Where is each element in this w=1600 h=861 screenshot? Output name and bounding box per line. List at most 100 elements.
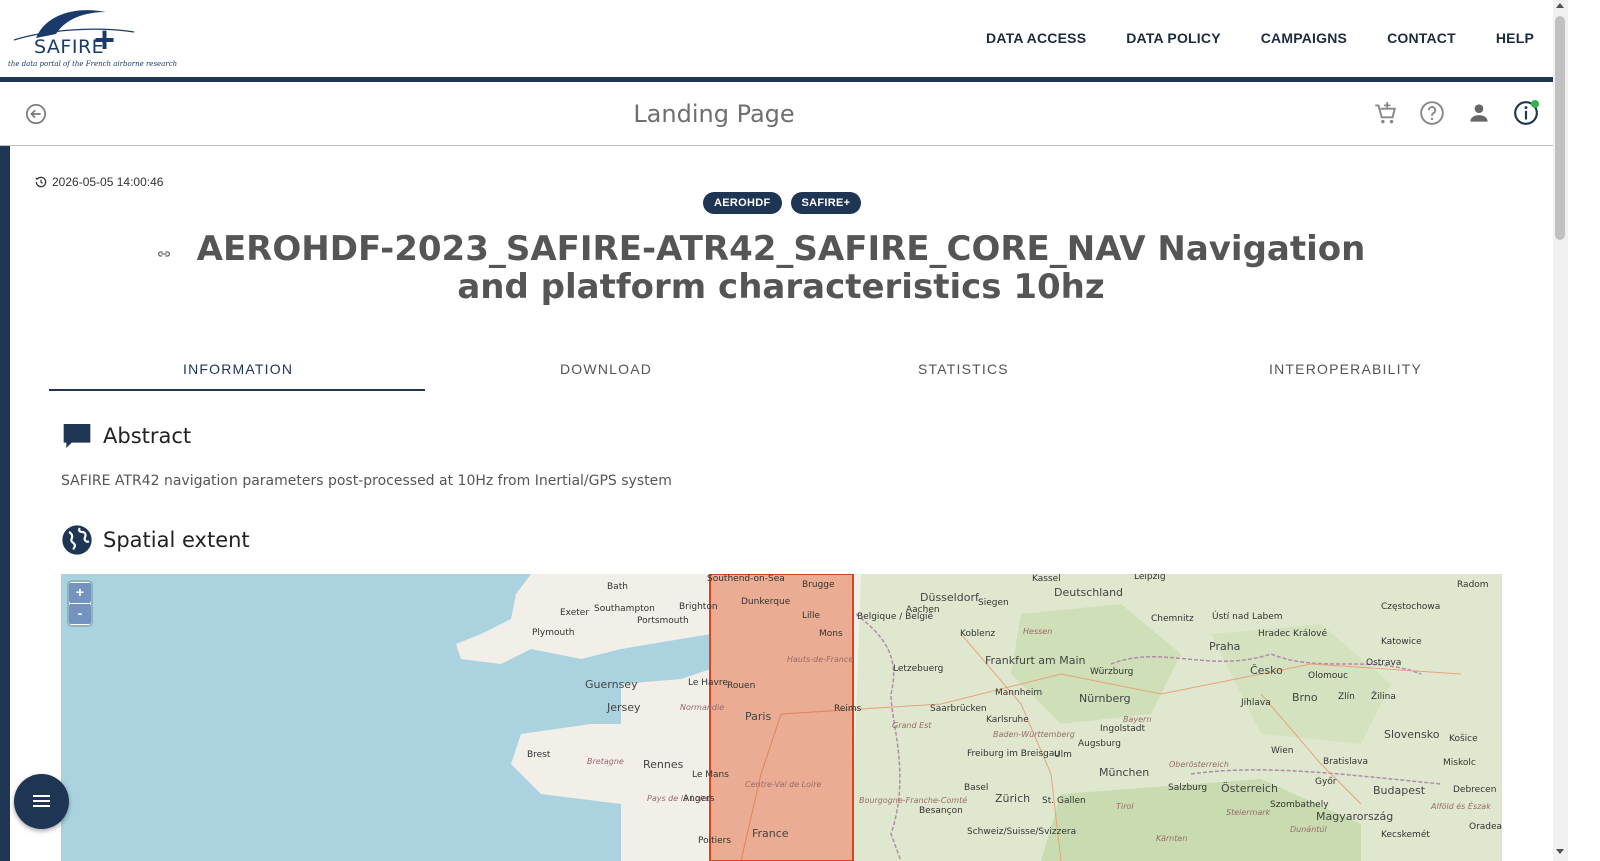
top-header: SAFIRE + the data portal of the French a… [0, 0, 1568, 78]
map-label: Paris [745, 710, 772, 723]
map-label: Brighton [679, 602, 718, 612]
map-label: Freiburg im Breisgau [967, 749, 1061, 759]
map-label: Bath [607, 582, 628, 592]
map-label: Radom [1457, 580, 1489, 590]
map-label: Budapest [1373, 784, 1426, 797]
map-label: France [752, 827, 789, 840]
map-label: Belgique / België [857, 612, 934, 622]
map-label: Slovensko [1384, 728, 1440, 741]
map-label: Kassel [1032, 574, 1061, 584]
map-tiles [456, 574, 1502, 861]
map-label: Le Mans [692, 770, 729, 780]
page-toolbar: Landing Page [0, 82, 1553, 146]
project-badges: AEROHDF SAFIRE+ [703, 192, 870, 214]
tab-download[interactable]: DOWNLOAD [560, 361, 652, 377]
nav-campaigns[interactable]: CAMPAIGNS [1261, 30, 1347, 46]
map-label: Košice [1449, 734, 1478, 744]
user-icon[interactable] [1466, 100, 1492, 126]
left-accent-strip [0, 146, 10, 861]
map-label: Koblenz [960, 629, 996, 639]
map-label: Southend-on-Sea [707, 574, 785, 584]
map-label: Debrecen [1453, 785, 1497, 795]
map-label: Brest [527, 750, 551, 760]
zoom-out-button[interactable]: - [69, 604, 91, 624]
map-label: Ostrava [1366, 658, 1402, 668]
logo-tagline: the data portal of the French airborne r… [8, 60, 178, 68]
cart-icon[interactable] [1372, 100, 1398, 126]
active-tab-indicator [49, 389, 425, 391]
map-label: Hradec Králové [1258, 629, 1328, 639]
map-label: Rouen [727, 681, 756, 691]
map-label: Basel [964, 783, 989, 793]
map-label: Mannheim [995, 688, 1043, 698]
map-label: Rennes [643, 758, 684, 771]
map-label: Deutschland [1054, 586, 1124, 599]
safire-logo[interactable]: SAFIRE + the data portal of the French a… [6, 4, 177, 70]
badge-safire[interactable]: SAFIRE+ [790, 192, 862, 214]
map-label: Kecskemét [1381, 830, 1430, 840]
map-label: Besançon [919, 806, 963, 816]
spatial-extent-map[interactable]: + - Bath Southend-on-Sea Brugge Exeter S… [61, 574, 1502, 861]
timestamp-text: 2026-05-05 14:00:46 [52, 175, 164, 189]
tab-interoperability[interactable]: INTEROPERABILITY [1269, 361, 1422, 377]
map-label: Česko [1250, 664, 1283, 677]
map-label: Southampton [594, 604, 655, 614]
map-label: Österreich [1221, 782, 1278, 795]
map-label: Poitiers [698, 836, 732, 846]
nav-help[interactable]: HELP [1496, 30, 1534, 46]
map-label: Portsmouth [637, 616, 689, 626]
map-label: Ingolstadt [1100, 724, 1146, 734]
spatial-title: Spatial extent [103, 528, 250, 552]
spatial-heading: Spatial extent [61, 524, 250, 556]
map-label: Jihlava [1241, 698, 1271, 708]
scroll-down-arrow[interactable] [1556, 849, 1564, 854]
map-label: Normandie [680, 703, 725, 712]
comment-icon [63, 424, 91, 448]
toolbar-icons [1351, 100, 1539, 126]
map-label: Steiermark [1226, 808, 1271, 817]
link-icon[interactable] [156, 246, 172, 262]
map-label: Oberösterreich [1169, 760, 1229, 769]
menu-fab-button[interactable] [14, 774, 69, 829]
help-icon[interactable] [1419, 100, 1445, 126]
map-label: Wien [1271, 746, 1294, 756]
map-zoom-controls: + - [69, 582, 91, 625]
abstract-text: SAFIRE ATR42 navigation parameters post-… [61, 473, 672, 489]
abstract-title: Abstract [103, 424, 192, 448]
tab-statistics[interactable]: STATISTICS [918, 361, 1009, 377]
zoom-in-button[interactable]: + [69, 583, 91, 603]
map-label: Hauts-de-France [787, 655, 854, 664]
map-label: Brno [1292, 691, 1318, 704]
map-label: Lille [802, 611, 821, 621]
nav-contact[interactable]: CONTACT [1387, 30, 1456, 46]
info-icon[interactable] [1513, 100, 1539, 126]
badge-aerohdf[interactable]: AEROHDF [703, 192, 782, 214]
map-label: Augsburg [1078, 739, 1121, 749]
map-label: Nürnberg [1079, 692, 1131, 705]
map-label: Bratislava [1323, 757, 1368, 767]
page-scrollbar[interactable] [1553, 0, 1568, 861]
map-label: Tirol [1116, 802, 1134, 811]
map-label: Angers [683, 794, 715, 804]
nav-data-policy[interactable]: DATA POLICY [1126, 30, 1221, 46]
map-label: Saarbrücken [930, 704, 987, 714]
map-label: Leipzig [1134, 574, 1166, 582]
map-label: Győr [1315, 777, 1337, 787]
dataset-title: AEROHDF-2023_SAFIRE-ATR42_SAFIRE_CORE_NA… [196, 229, 1366, 307]
map-label: Ulm [1054, 750, 1072, 760]
abstract-heading: Abstract [61, 420, 191, 452]
map-label: Düsseldorf [920, 591, 979, 604]
map-label: Le Havre [688, 678, 728, 688]
map-label: Grand Est [892, 721, 932, 730]
map-label: Jersey [607, 701, 641, 714]
history-icon [35, 176, 47, 188]
map-label: Praha [1209, 640, 1241, 653]
scroll-up-arrow[interactable] [1556, 3, 1564, 8]
nav-data-access[interactable]: DATA ACCESS [986, 30, 1086, 46]
scroll-thumb[interactable] [1555, 16, 1565, 240]
tab-information[interactable]: INFORMATION [183, 361, 293, 377]
map-label: Chemnitz [1151, 614, 1194, 624]
map-label: Oradea [1469, 822, 1502, 832]
map-label: Baden-Württemberg [993, 730, 1075, 739]
map-label: Mons [819, 629, 843, 639]
